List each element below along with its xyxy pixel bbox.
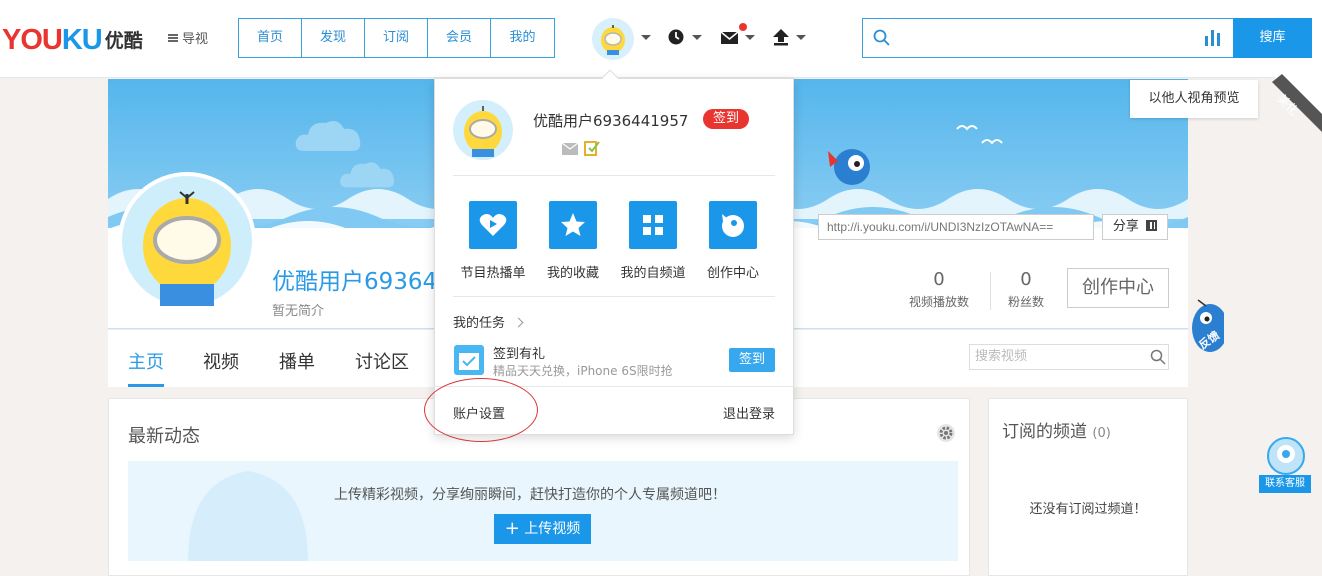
checkin-calendar-icon: [459, 353, 479, 370]
chevron-down-icon[interactable]: [745, 35, 755, 40]
favorites-icon[interactable]: [549, 201, 597, 249]
highlight-annotation: [424, 378, 538, 442]
search-icon: [873, 29, 890, 46]
gear-icon[interactable]: [936, 423, 956, 443]
my-channel-icon[interactable]: [629, 201, 677, 249]
task-description: 精品天天兑换，iPhone 6S限时抢: [493, 364, 673, 378]
divider: [453, 175, 775, 176]
subscriptions-count: (0): [1092, 426, 1111, 441]
tab-videos[interactable]: 视频: [203, 348, 239, 374]
stat-plays-value: 0: [933, 269, 945, 290]
logout-link[interactable]: 退出登录: [723, 403, 775, 422]
notification-dot: [739, 23, 747, 31]
upload-video-label: 上传视频: [524, 521, 581, 537]
favorites-link[interactable]: 我的收藏: [528, 262, 618, 281]
mail-icon[interactable]: [720, 30, 740, 46]
stat-plays: 0 视频播放数: [903, 270, 975, 310]
menu-icon: [168, 34, 178, 42]
create-center-button[interactable]: 创作中心: [1067, 268, 1169, 308]
profile-intro: 暂无简介: [272, 304, 325, 319]
my-tasks-link[interactable]: 我的任务: [453, 312, 524, 331]
dropdown-avatar[interactable]: [453, 100, 513, 160]
tab-home[interactable]: 主页: [128, 348, 164, 374]
my-tasks-label: 我的任务: [453, 316, 506, 331]
upload-prompt-text: 上传精彩视频，分享绚丽瞬间，赶快打造你的个人专属频道吧！: [334, 487, 726, 503]
chevron-down-icon[interactable]: [641, 35, 651, 40]
stat-plays-label: 视频播放数: [908, 295, 969, 309]
hot-playlist-link[interactable]: 节目热播单: [448, 262, 538, 281]
tab-playlists[interactable]: 播单: [279, 348, 315, 374]
nav-guide-label: 导视: [182, 32, 209, 47]
stat-fans: 0 粉丝数: [1000, 270, 1052, 310]
subscriptions-title: 订阅的频道 (0): [1002, 417, 1111, 442]
divider: [990, 272, 991, 310]
stat-fans-value: 0: [1020, 269, 1032, 290]
avatar: [601, 25, 625, 55]
cloud-icon: [295, 121, 361, 151]
subscriptions-title-text: 订阅的频道: [1002, 422, 1087, 442]
calendar-icon: [454, 345, 484, 375]
nav-item-vip[interactable]: 会员: [428, 19, 491, 57]
upload-prompt-area: [128, 461, 958, 561]
channel-url-field[interactable]: http://i.youku.com/i/UNDI3NzIzOTAwNA==: [818, 214, 1094, 240]
cloud-icon: [340, 162, 395, 188]
nav-guide-button[interactable]: 导视: [168, 32, 208, 48]
avatar: [464, 106, 502, 157]
avatar: [143, 191, 231, 306]
chevron-right-icon: [513, 317, 524, 328]
video-search-input[interactable]: 搜索视频: [969, 344, 1169, 370]
voice-search-icon[interactable]: [1204, 27, 1222, 47]
hot-playlist-icon[interactable]: [469, 201, 517, 249]
chevron-down-icon[interactable]: [692, 35, 702, 40]
grid-icon: [643, 215, 663, 235]
main-nav: 首页 发现 订阅 会员 我的: [238, 18, 555, 58]
upload-icon[interactable]: [772, 28, 790, 46]
heart-play-icon: [479, 214, 507, 236]
task-title: 签到有礼: [493, 347, 546, 362]
customer-service-icon[interactable]: [1264, 436, 1308, 476]
bird-icon: [956, 125, 1003, 145]
task-checkin-button[interactable]: 签到: [729, 348, 775, 372]
search-icon[interactable]: [1150, 349, 1166, 365]
upload-video-button[interactable]: + 上传视频: [494, 514, 591, 544]
verify-icon[interactable]: [584, 140, 600, 156]
feed-title: 最新动态: [128, 426, 200, 447]
nav-item-discover[interactable]: 发现: [302, 19, 365, 57]
checkin-badge[interactable]: 签到: [703, 109, 749, 129]
nav-item-mine[interactable]: 我的: [491, 19, 554, 57]
creator-center-link[interactable]: 创作中心: [688, 262, 778, 281]
youku-logo[interactable]: YOUKU 优酷: [2, 24, 143, 57]
stat-fans-label: 粉丝数: [1007, 295, 1044, 309]
mail-icon[interactable]: [562, 143, 578, 155]
my-channel-link[interactable]: 我的自频道: [608, 262, 698, 281]
qrcode-icon: [1146, 220, 1158, 231]
preview-as-others-button[interactable]: 以他人视角预览: [1130, 80, 1258, 118]
chevron-down-icon[interactable]: [796, 35, 806, 40]
tab-discussion[interactable]: 讨论区: [355, 348, 409, 374]
share-label: 分享: [1112, 219, 1139, 234]
profile-username: 优酷用户693644: [272, 269, 452, 295]
divider: [453, 296, 775, 297]
whale-icon: [828, 149, 870, 185]
user-avatar-button[interactable]: [592, 18, 634, 60]
contact-service-button[interactable]: 联系客服: [1259, 475, 1311, 493]
history-icon[interactable]: [667, 28, 685, 46]
whale-icon: [722, 214, 744, 237]
nav-item-subscribe[interactable]: 订阅: [365, 19, 428, 57]
share-button[interactable]: 分享: [1102, 214, 1168, 240]
active-tab-indicator: [128, 384, 164, 387]
subscriptions-empty-text: 还没有订阅过频道！: [1029, 502, 1147, 517]
search-input[interactable]: [862, 18, 1234, 58]
nav-item-home[interactable]: 首页: [239, 19, 302, 57]
creator-center-icon[interactable]: [709, 201, 757, 249]
dropdown-username[interactable]: 优酷用户6936441957: [533, 110, 688, 131]
plus-icon: +: [504, 518, 520, 539]
profile-avatar[interactable]: [118, 172, 256, 310]
search-button[interactable]: 搜库: [1233, 18, 1312, 58]
star-icon: [561, 213, 585, 236]
whale-illustration: [188, 471, 308, 561]
